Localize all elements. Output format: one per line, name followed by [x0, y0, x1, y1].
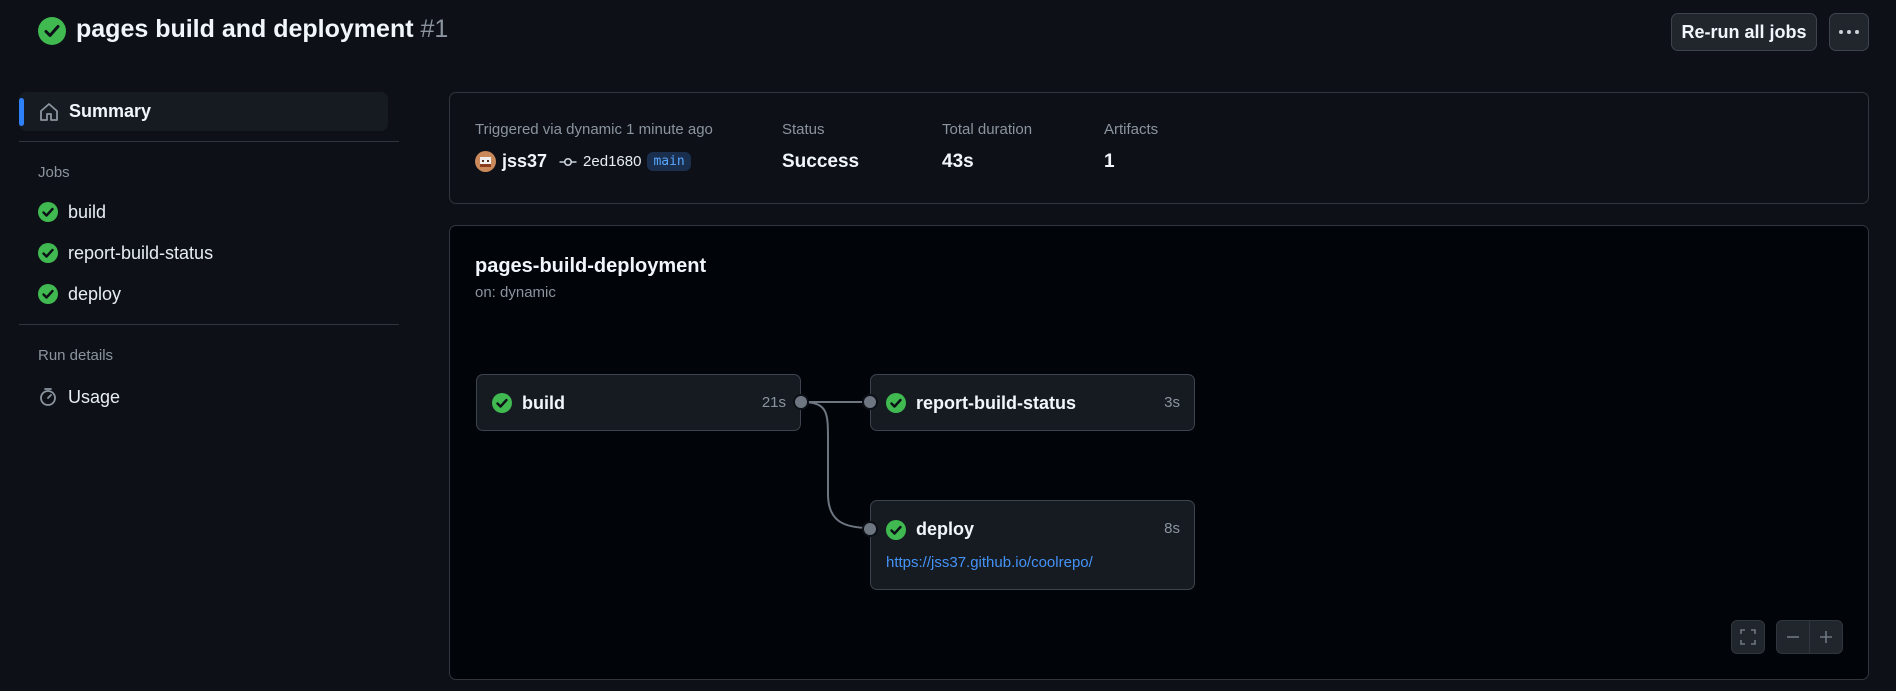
job-node-build[interactable]: build 21s: [476, 374, 801, 431]
minus-icon: [1787, 636, 1799, 638]
sidebar-divider: [19, 324, 399, 325]
branch-badge[interactable]: main: [647, 152, 691, 171]
success-check-icon: [38, 17, 66, 45]
workflow-graph-card: pages-build-deployment on: dynamic build…: [449, 225, 1869, 680]
status-value: Success: [782, 151, 860, 172]
triggered-label: Triggered via dynamic 1 minute ago: [475, 121, 713, 138]
success-check-icon: [492, 393, 512, 413]
job-duration: 8s: [1164, 520, 1180, 537]
home-icon: [40, 103, 58, 121]
status-label: Status: [782, 121, 825, 138]
sidebar-divider: [19, 141, 399, 142]
sidebar-item-deploy[interactable]: deploy: [38, 279, 121, 309]
trigger-details: jss37 2ed1680 main: [475, 151, 691, 172]
sidebar-item-label: deploy: [68, 283, 122, 304]
deployment-url-link[interactable]: https://jss37.github.io/coolrepo/: [886, 554, 1093, 571]
success-check-icon: [38, 284, 58, 304]
sidebar-item-build[interactable]: build: [38, 197, 106, 227]
run-number: #1: [420, 15, 449, 43]
artifacts-value[interactable]: 1: [1104, 151, 1115, 173]
artifacts-label: Artifacts: [1104, 121, 1159, 138]
job-node-report-build-status[interactable]: report-build-status 3s: [870, 374, 1195, 431]
stopwatch-icon: [40, 388, 56, 406]
commit-sha-link[interactable]: 2ed1680: [583, 153, 641, 170]
rerun-all-jobs-button[interactable]: Re-run all jobs: [1671, 13, 1817, 51]
duration-label: Total duration: [942, 121, 1033, 138]
run-summary-card: Triggered via dynamic 1 minute ago jss37…: [449, 92, 1869, 204]
zoom-in-button[interactable]: [1809, 620, 1843, 654]
page-title: pages build and deployment #1: [76, 15, 448, 44]
workflow-run-title: pages build and deployment: [76, 15, 414, 43]
sidebar-item-label: build: [68, 201, 107, 222]
success-check-icon: [886, 520, 906, 540]
kebab-horizontal-icon: [1839, 30, 1859, 34]
sidebar-item-report-build-status[interactable]: report-build-status: [38, 238, 213, 268]
sidebar-item-label: Summary: [69, 101, 152, 121]
input-port: [862, 394, 878, 410]
job-node-deploy[interactable]: deploy 8s https://jss37.github.io/coolre…: [870, 500, 1195, 590]
actor-link[interactable]: jss37: [502, 151, 547, 172]
active-indicator: [19, 98, 24, 126]
job-connectors: [800, 401, 871, 529]
jobs-heading: Jobs: [38, 164, 70, 181]
job-name: deploy: [916, 519, 975, 539]
job-duration: 21s: [761, 394, 786, 411]
avatar[interactable]: [475, 151, 496, 172]
plus-icon: [1820, 631, 1832, 643]
duration-value: 43s: [942, 151, 974, 172]
success-check-icon: [886, 393, 906, 413]
sidebar-item-usage[interactable]: Usage: [38, 382, 120, 412]
more-options-button[interactable]: [1829, 13, 1869, 51]
input-port: [862, 521, 878, 537]
commit-icon: [559, 157, 577, 166]
zoom-out-button[interactable]: [1776, 620, 1810, 654]
output-port: [793, 394, 809, 410]
success-check-icon: [38, 202, 58, 222]
sidebar-item-label: Usage: [68, 386, 121, 407]
job-name: report-build-status: [916, 393, 1076, 413]
fullscreen-button[interactable]: [1731, 620, 1765, 654]
sidebar-item-label: report-build-status: [68, 242, 214, 263]
job-name: build: [522, 393, 565, 413]
run-details-heading: Run details: [38, 347, 114, 364]
job-duration: 3s: [1164, 394, 1180, 411]
success-check-icon: [38, 243, 58, 263]
fullscreen-icon: [1740, 629, 1756, 645]
sidebar-item-summary[interactable]: Summary: [19, 92, 388, 131]
